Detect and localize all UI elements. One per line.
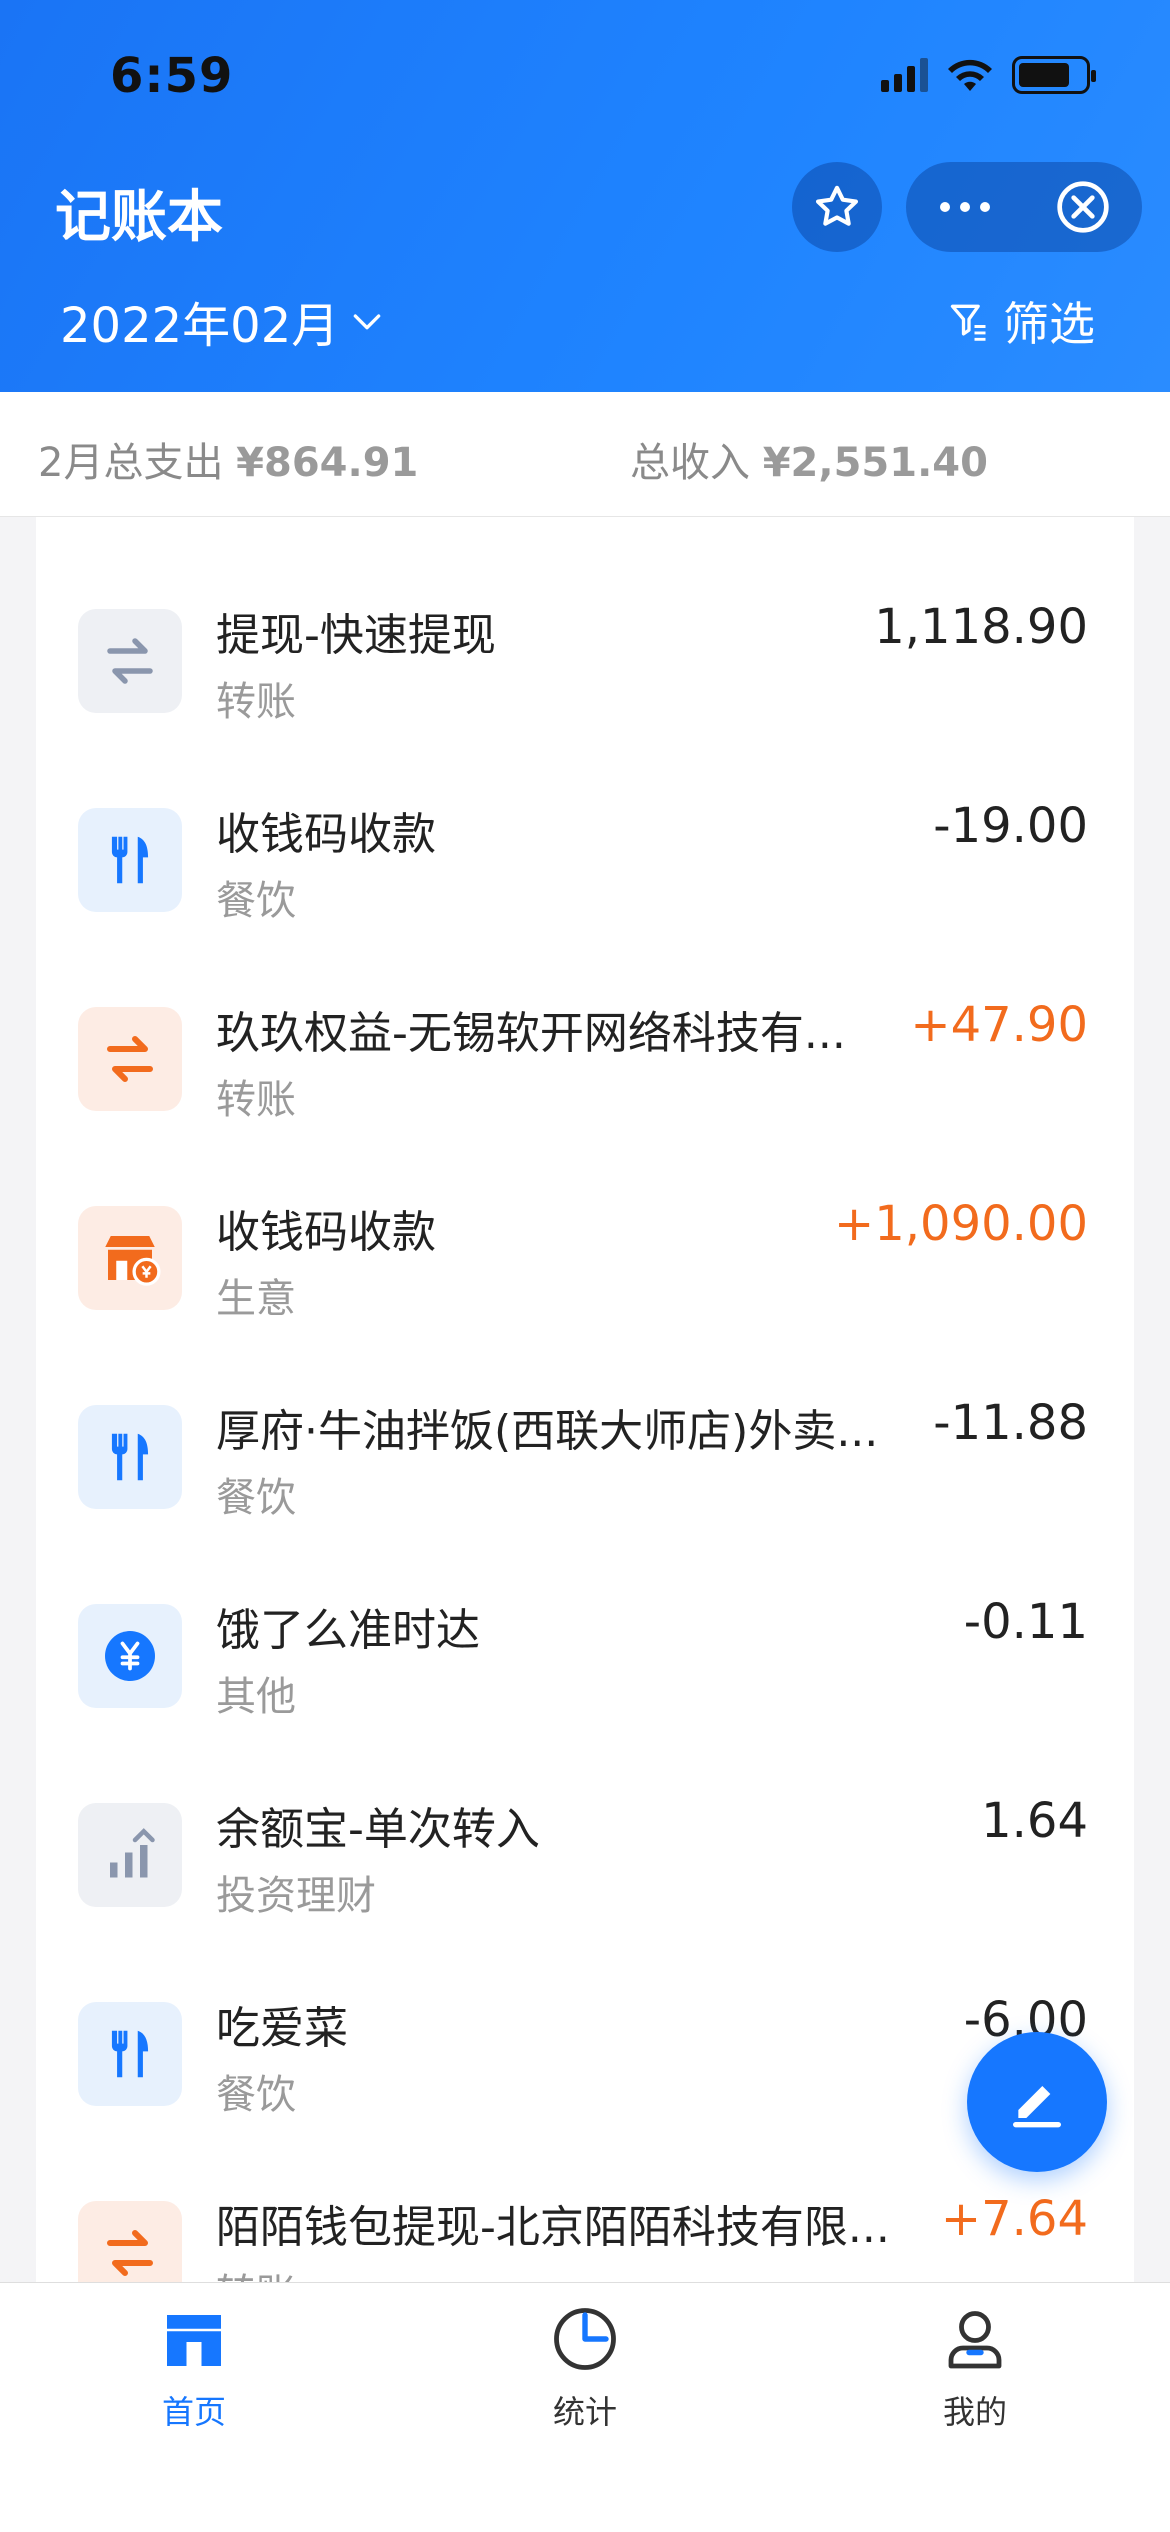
transaction-row[interactable]: 陌陌钱包提现-北京陌陌科技有限... 转账 +7.64 <box>36 2109 1134 2282</box>
transaction-title: 提现-快速提现 <box>216 610 496 661</box>
filter-label: 筛选 <box>1003 297 1095 351</box>
header: 6:59 记账本 2022年02月 筛选 <box>0 0 1170 392</box>
chevron-down-icon <box>353 314 381 330</box>
transaction-title: 收钱码收款 <box>216 1207 436 1258</box>
tab-label: 我的 <box>942 2393 1007 2431</box>
transaction-row[interactable]: 厚府·牛油拌饭(西联大师店)外卖... 餐饮 -11.88 <box>36 1313 1134 1521</box>
close-circle-icon <box>1057 181 1109 233</box>
fork-knife-icon <box>78 1405 182 1509</box>
transaction-row[interactable]: 饿了么准时达 其他 -0.11 <box>36 1512 1134 1720</box>
transaction-category: 转账 <box>216 2261 296 2282</box>
transaction-title: 收钱码收款 <box>216 809 436 860</box>
transaction-title: 余额宝-单次转入 <box>216 1804 540 1855</box>
status-bar: 6:59 <box>0 0 1170 150</box>
transaction-row[interactable]: 余额宝-单次转入 投资理财 1.64 <box>36 1711 1134 1919</box>
transaction-row[interactable]: 收钱码收款 生意 +1,090.00 <box>36 1114 1134 1322</box>
tab-label: 统计 <box>552 2393 617 2431</box>
expense-value: ¥864.91 <box>236 440 419 486</box>
tab-statistics[interactable]: 统计 <box>485 2303 685 2453</box>
transaction-amount: -19.00 <box>933 798 1088 854</box>
transaction-title: 吃爱菜 <box>216 2003 348 2054</box>
filter-icon <box>950 304 986 341</box>
transaction-title: 厚府·牛油拌饭(西联大师店)外卖... <box>216 1406 879 1457</box>
transaction-row[interactable]: 吃爱菜 餐饮 -6.00 <box>36 1910 1134 2118</box>
transaction-title: 玖玖权益-无锡软开网络科技有... <box>216 1008 846 1059</box>
summary-bar: 2月总支出 ¥864.91 总收入 ¥2,551.40 <box>0 392 1170 517</box>
shop-icon <box>78 1206 182 1310</box>
edit-icon <box>1013 2086 1061 2128</box>
transaction-amount: 1,118.90 <box>874 599 1088 655</box>
miniapp-capsule <box>906 162 1142 252</box>
expense-label: 2月总支出 <box>38 440 224 486</box>
income-value: ¥2,551.40 <box>762 440 988 486</box>
status-icons <box>881 56 1096 94</box>
month-label: 2022年02月 <box>60 298 340 354</box>
pie-clock-icon <box>554 2308 616 2370</box>
transaction-amount: 1.64 <box>981 1793 1088 1849</box>
transaction-amount: +47.90 <box>910 997 1088 1053</box>
fork-knife-icon <box>78 808 182 912</box>
transaction-amount: -11.88 <box>933 1395 1088 1451</box>
app-title: 记账本 <box>55 185 223 250</box>
income-label: 总收入 <box>630 440 750 486</box>
transaction-title: 饿了么准时达 <box>216 1605 480 1656</box>
add-record-button[interactable] <box>967 2032 1107 2172</box>
wifi-icon <box>948 59 992 91</box>
more-button[interactable] <box>906 162 1024 252</box>
filter-button[interactable]: 筛选 <box>947 288 1095 354</box>
transfer-icon <box>78 1007 182 1111</box>
battery-icon <box>1012 56 1096 94</box>
growth-chart-icon <box>78 1803 182 1907</box>
transaction-row[interactable]: 玖玖权益-无锡软开网络科技有... 转账 +47.90 <box>36 915 1134 1123</box>
month-picker[interactable]: 2022年02月 <box>60 286 387 356</box>
transaction-amount: +7.64 <box>940 2191 1088 2247</box>
tab-profile[interactable]: 我的 <box>875 2303 1075 2453</box>
signal-icon <box>881 58 928 92</box>
close-button[interactable] <box>1024 162 1142 252</box>
home-icon <box>167 2315 221 2366</box>
bottom-tab-bar: 首页 统计 我的 <box>0 2282 1170 2532</box>
status-time: 6:59 <box>110 48 234 104</box>
transaction-row[interactable]: 提现-快速提现 转账 1,118.90 <box>36 517 1134 725</box>
expense-summary: 2月总支出 ¥864.91 <box>38 430 418 488</box>
tab-home[interactable]: 首页 <box>94 2303 294 2453</box>
transfer-icon <box>78 609 182 713</box>
tab-label: 首页 <box>161 2393 226 2431</box>
transaction-row[interactable]: 收钱码收款 餐饮 -19.00 <box>36 716 1134 924</box>
transaction-amount: +1,090.00 <box>834 1196 1088 1252</box>
favorite-button[interactable] <box>792 162 882 252</box>
fork-knife-icon <box>78 2002 182 2106</box>
yuan-coin-icon <box>78 1604 182 1708</box>
transaction-list: 提现-快速提现 转账 1,118.90 收钱码收款 餐饮 -19.00 玖玖权益… <box>36 517 1134 2282</box>
star-icon <box>815 185 859 226</box>
income-summary: 总收入 ¥2,551.40 <box>630 430 988 488</box>
user-icon <box>948 2311 1002 2369</box>
transaction-title: 陌陌钱包提现-北京陌陌科技有限... <box>216 2202 890 2253</box>
transfer-icon <box>78 2201 182 2282</box>
transaction-amount: -0.11 <box>963 1594 1088 1650</box>
